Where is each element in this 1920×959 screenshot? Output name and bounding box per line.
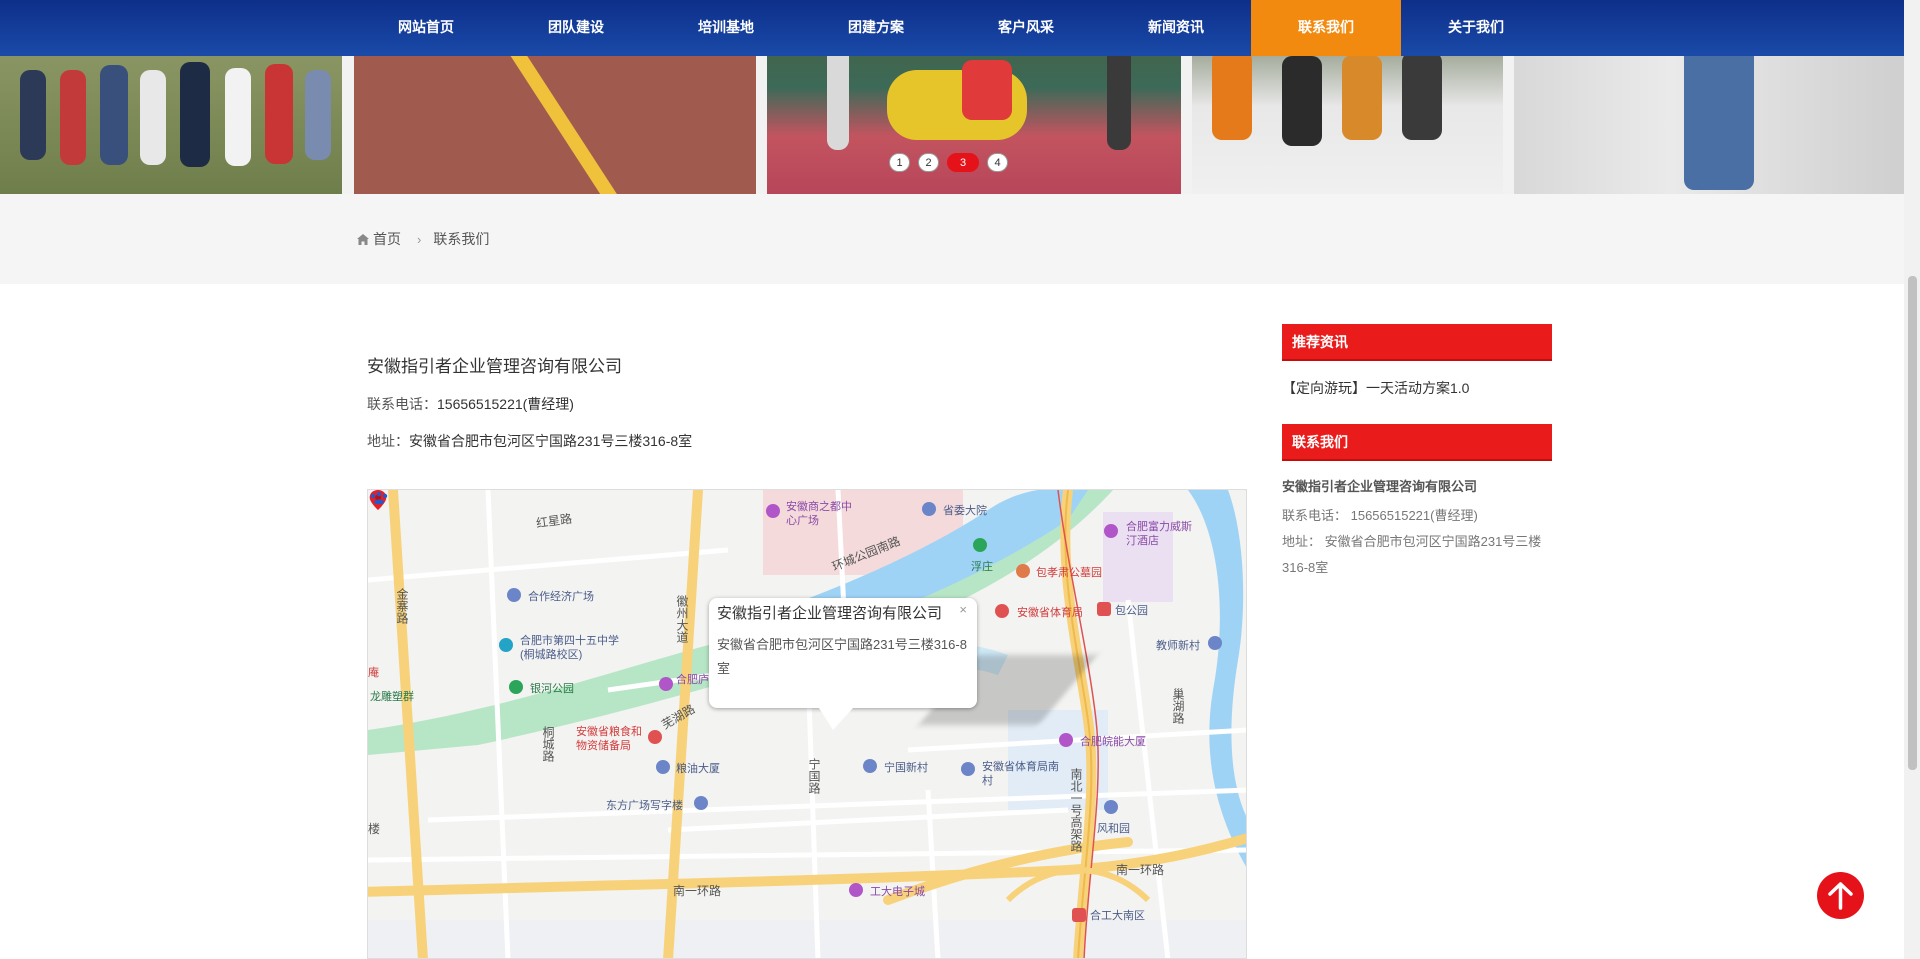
phone-label: 联系电话： — [367, 396, 437, 412]
breadcrumb-home-link[interactable]: 首页 — [373, 229, 401, 249]
nav-item-clients[interactable]: 客户风采 — [951, 0, 1101, 56]
map-poi-label: 合肥市第四十五中学(桐城路校区) — [520, 635, 619, 661]
map-road-label: 金寨路 — [395, 588, 409, 624]
breadcrumb: 首页 › 联系我们 — [357, 229, 489, 249]
map-road-label: 南一环路 — [673, 884, 722, 898]
map-poi-label: 龙雕塑群 — [370, 691, 414, 703]
nav-item-plans[interactable]: 团建方案 — [801, 0, 951, 56]
map-poi-icon — [849, 883, 863, 897]
map-popup-title: 安徽指引者企业管理咨询有限公司 — [717, 605, 943, 622]
map-poi-label: 教师新村 — [1156, 640, 1200, 652]
map-poi-label: 粮油大厦 — [676, 763, 720, 775]
location-map[interactable]: 红星路 金寨路 徽州大道 环城公园南路 芜湖路 桐城路 宁国路 南一环路 南一环… — [367, 489, 1247, 959]
back-to-top-button[interactable] — [1817, 872, 1864, 919]
home-icon — [357, 233, 369, 245]
map-poi-label: 省委大院 — [943, 505, 987, 517]
company-name: 安徽指引者企业管理咨询有限公司 — [367, 357, 622, 376]
map-info-window: 安徽指引者企业管理咨询有限公司 × 安徽省合肥市包河区宁国路231号三楼316-… — [709, 598, 977, 730]
map-poi-icon — [648, 730, 662, 744]
map-poi-icon — [1104, 524, 1118, 538]
chevron-right-icon: › — [417, 231, 422, 247]
map-road-label: 南一环路 — [1116, 863, 1165, 877]
scrollbar-thumb[interactable] — [1908, 276, 1917, 770]
nav-item-home[interactable]: 网站首页 — [351, 0, 501, 56]
map-poi-icon — [995, 604, 1009, 618]
carousel-dot-4[interactable]: 4 — [987, 153, 1008, 172]
map-poi-label: 包孝肃公墓园 — [1036, 567, 1102, 579]
map-road-label: 桐城路 — [541, 726, 555, 762]
map-poi-label: 银河公园 — [530, 683, 574, 695]
nav-item-contact[interactable]: 联系我们 — [1251, 0, 1401, 56]
close-icon[interactable]: × — [959, 602, 967, 617]
sidebar-company-name: 安徽指引者企业管理咨询有限公司 — [1282, 479, 1478, 494]
address-line: 地址：安徽省合肥市包河区宁国路231号三楼316-8室 — [367, 431, 692, 451]
map-poi-label: 安徽省粮食和物资储备局 — [576, 726, 642, 752]
map-poi-label: 合肥皖能大厦 — [1080, 736, 1146, 748]
map-poi-icon — [509, 680, 523, 694]
sidebar-phone: 联系电话： 15656515221(曹经理) — [1282, 508, 1478, 523]
nav-item-training-base[interactable]: 培训基地 — [651, 0, 801, 56]
carousel-dot-1[interactable]: 1 — [889, 153, 910, 172]
phone-value: 15656515221(曹经理) — [437, 396, 574, 412]
map-poi-icon — [863, 759, 877, 773]
carousel-dot-3[interactable]: 3 — [947, 153, 979, 172]
map-poi-label: 楼 — [368, 822, 381, 836]
map-poi-icon — [1104, 800, 1118, 814]
map-road-label: 宁国路 — [807, 758, 821, 794]
map-poi-label: 宁国新村 — [884, 762, 928, 774]
breadcrumb-current: 联系我们 — [433, 231, 490, 247]
map-base-layer — [368, 490, 1246, 958]
map-poi-label: 风和园 — [1097, 823, 1130, 835]
map-poi-icon — [973, 538, 987, 552]
map-poi-label: 安徽省体育局南村 — [982, 761, 1059, 787]
map-poi-icon — [694, 796, 708, 810]
sidebar-news-heading: 推荐资讯 — [1282, 324, 1552, 361]
sidebar-news-item[interactable]: 【定向游玩】一天活动方案1.0 — [1282, 378, 1469, 398]
popup-pointer — [819, 708, 853, 730]
map-poi-label: 安徽商之都中心广场 — [786, 501, 852, 527]
map-poi-icon — [659, 677, 673, 691]
map-poi-label: 浮庄 — [971, 561, 993, 573]
map-poi-label: 庵 — [368, 667, 379, 679]
map-poi-icon — [1059, 733, 1073, 747]
map-poi-label: 安徽省体育局 — [1017, 607, 1083, 619]
top-navigation: 网站首页 团队建设 培训基地 团建方案 客户风采 新闻资讯 联系我们 关于我们 — [0, 0, 1904, 56]
carousel-pagination: 1 2 3 4 — [889, 153, 1008, 172]
map-poi-icon — [1016, 564, 1030, 578]
map-poi-icon — [1208, 636, 1222, 650]
map-road-label: 南北一号高架路 — [1069, 768, 1083, 852]
sidebar-contact-heading: 联系我们 — [1282, 424, 1552, 461]
map-poi-label: 合作经济广场 — [528, 591, 594, 603]
page-scrollbar[interactable] — [1904, 0, 1920, 959]
nav-item-news[interactable]: 新闻资讯 — [1101, 0, 1251, 56]
nav-menu: 网站首页 团队建设 培训基地 团建方案 客户风采 新闻资讯 联系我们 关于我们 — [351, 0, 1551, 56]
map-popup-address: 安徽省合肥市包河区宁国路231号三楼316-8室 — [717, 637, 967, 676]
nav-item-team-building[interactable]: 团队建设 — [501, 0, 651, 56]
map-poi-label: 合工大南区 — [1090, 910, 1145, 922]
map-logo-icon — [370, 491, 388, 504]
carousel-dot-2[interactable]: 2 — [918, 153, 939, 172]
map-poi-icon — [766, 504, 780, 518]
map-poi-icon — [507, 588, 521, 602]
nav-item-about[interactable]: 关于我们 — [1401, 0, 1551, 56]
map-road-label: 徽州大道 — [675, 595, 689, 643]
sidebar-address: 地址： 安徽省合肥市包河区宁国路231号三楼316-8室 — [1282, 534, 1542, 575]
map-poi-icon — [499, 638, 513, 652]
map-poi-icon — [656, 760, 670, 774]
map-poi-icon — [922, 502, 936, 516]
map-poi-icon — [1097, 602, 1111, 616]
map-poi-label: 工大电子城 — [870, 886, 925, 898]
address-value: 安徽省合肥市包河区宁国路231号三楼316-8室 — [409, 433, 693, 449]
address-label: 地址： — [367, 433, 409, 449]
phone-line: 联系电话：15656515221(曹经理) — [367, 394, 574, 414]
arrow-up-icon — [1828, 882, 1853, 910]
map-poi-label: 东方广场写字楼 — [606, 800, 683, 812]
map-poi-icon — [1072, 908, 1086, 922]
map-road-label: 巢湖路 — [1171, 688, 1185, 724]
breadcrumb-bar: 首页 › 联系我们 — [0, 194, 1904, 284]
map-poi-label: 合肥富力威斯汀酒店 — [1126, 521, 1192, 547]
map-poi-icon — [961, 762, 975, 776]
map-poi-label: 包公园 — [1115, 605, 1148, 617]
